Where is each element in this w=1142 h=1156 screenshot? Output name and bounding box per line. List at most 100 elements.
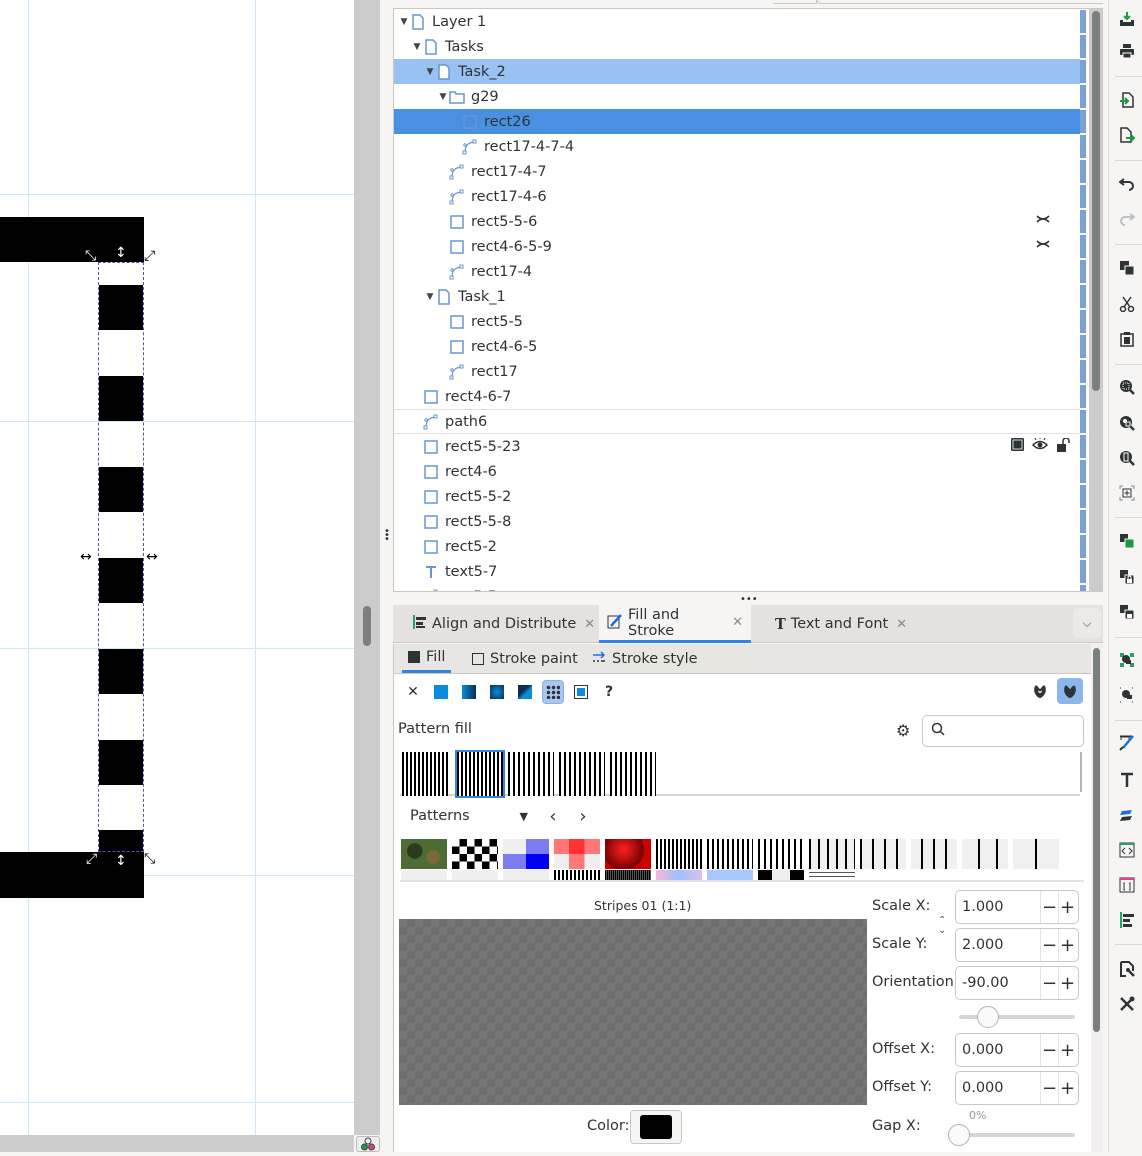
pattern-swatch[interactable] [707,870,753,880]
tree-row[interactable]: rect17 [394,359,1080,384]
pattern-swatch-red-cross[interactable] [554,839,600,869]
panel-resize-grip[interactable]: ••• [740,594,758,605]
text-font-icon[interactable] [1118,734,1136,752]
scale-handle-sw[interactable]: ⤢ [86,852,97,866]
print-icon[interactable] [1118,42,1136,60]
pattern-collection-dropdown[interactable]: Patterns ▼ [400,802,538,830]
drawing-canvas[interactable]: ⤡ ↕ ⤢ ↔ ↔ ⤢ ↕ ⤡ [0,0,354,1135]
layer-color-tag[interactable] [1080,10,1086,33]
layer-color-tag[interactable] [1080,185,1086,208]
tree-row[interactable]: rect4-6-5-9 [394,234,1080,259]
ungroup-icon[interactable] [1118,651,1136,669]
zoom-drawing-icon[interactable] [1118,414,1136,432]
tree-row[interactable]: ▼ Task_2 [394,59,1080,84]
expander-triangle-icon[interactable]: ▼ [437,92,449,102]
fill-rule-nonzero-icon[interactable] [1057,678,1083,704]
scale-handle-se[interactable]: ⤡ [144,852,155,866]
layer-color-tag[interactable] [1080,335,1086,358]
scrollbar-thumb[interactable] [363,606,371,646]
tree-row[interactable]: rect17-4-7-4 [394,134,1080,159]
expander-triangle-icon[interactable]: ▼ [424,292,436,302]
pattern-swatch[interactable] [758,870,804,880]
link-scale-icon[interactable]: ⌃ ⌄ [938,916,946,936]
decrement-button[interactable]: − [1040,1034,1058,1066]
layer-color-tag[interactable] [1080,135,1086,158]
pattern-search-input[interactable] [951,723,1071,739]
layer-color-tag[interactable] [1080,85,1086,108]
layer-color-tag[interactable] [1080,435,1086,458]
layer-color-tag[interactable] [1080,535,1086,558]
recent-pattern-swatch[interactable] [559,752,605,796]
pattern-swatch-stripes[interactable] [758,839,804,869]
layer-color-tag[interactable] [1080,310,1086,333]
scale-handle-e[interactable]: ↔ [146,550,158,564]
pattern-swatch-red-sphere[interactable] [605,839,651,869]
layers-scrollbar[interactable] [1089,9,1102,591]
tree-row[interactable]: text5-7 [394,559,1080,584]
tree-row[interactable]: rect4-6-7 [394,384,1080,409]
dock-resize-handle[interactable]: • • • [380,0,393,1152]
pattern-swatch-blue-squares[interactable] [503,839,549,869]
tab-text-font[interactable]: T Text and Font ✕ [767,605,915,643]
pattern-swatch-stripes[interactable] [656,839,702,869]
fill-stroke-scrollbar[interactable] [1091,644,1103,1152]
tab-fill-stroke[interactable]: Fill and Stroke ✕ [599,605,751,643]
pattern-swatch-stripes[interactable] [707,839,753,869]
tree-row[interactable]: rect5-5 [394,309,1080,334]
next-icon[interactable]: › [568,806,598,827]
tree-row[interactable]: rect5-5-2 [394,484,1080,509]
unlock-icon[interactable] [1056,437,1070,456]
tree-row[interactable]: rect17-4-7 [394,159,1080,184]
layer-color-tag[interactable] [1080,260,1086,283]
pattern-color-button[interactable] [630,1110,682,1144]
pattern-icon[interactable] [542,680,564,704]
tree-row[interactable]: rect5-5-23 [394,434,1080,459]
layer-color-tag[interactable] [1080,210,1086,233]
duplicate-icon[interactable] [1118,259,1136,277]
preferences-icon[interactable] [1118,960,1136,978]
decrement-button[interactable]: − [1040,967,1058,999]
tools-icon[interactable] [1118,995,1136,1013]
layer-color-tag[interactable] [1080,510,1086,533]
layer-color-tag[interactable] [1080,585,1086,591]
zoom-page-icon[interactable] [1118,449,1136,467]
zoom-center-icon[interactable] [1118,484,1136,502]
decrement-button[interactable]: − [1040,891,1058,923]
highlight-color-icon[interactable] [1011,438,1024,456]
pattern-swatch-stripes[interactable] [962,839,1008,869]
offset-x-input[interactable] [956,1042,1040,1058]
increment-button[interactable]: + [1058,967,1076,999]
recent-pattern-swatch[interactable] [508,752,554,796]
pattern-swatch-stripes[interactable] [911,839,957,869]
scale-handle-s[interactable]: ↕ [115,854,127,868]
scrollbar-thumb[interactable] [1093,648,1100,1032]
expander-triangle-icon[interactable]: ▼ [398,17,410,27]
increment-button[interactable]: + [1058,1034,1076,1066]
slider-knob[interactable] [977,1006,999,1028]
gear-icon[interactable]: ⚙ [896,721,910,740]
recent-pattern-swatch[interactable] [402,752,448,796]
close-tab-icon[interactable]: ✕ [584,617,595,632]
cut-icon[interactable] [1118,295,1136,313]
pattern-swatch-stripes[interactable] [809,839,855,869]
layers-icon[interactable] [1118,771,1136,789]
pattern-swatch[interactable] [809,870,855,880]
pattern-swatch[interactable] [605,870,651,880]
swatch-icon[interactable] [570,680,592,704]
layer-color-tag[interactable] [1080,485,1086,508]
eye-icon[interactable] [1031,437,1049,456]
no-paint-icon[interactable]: ✕ [402,680,424,704]
pattern-swatch-camouflage[interactable] [401,839,447,869]
fill-rule-evenodd-icon[interactable] [1027,678,1053,704]
orientation-slider[interactable] [959,1006,1075,1028]
layer-color-tag[interactable] [1080,560,1086,583]
expander-triangle-icon[interactable]: ▼ [411,42,423,52]
unlink-clone-icon[interactable] [1118,568,1136,586]
tree-row[interactable]: rect5-5 [394,584,1080,591]
recent-pattern-swatch-selected[interactable] [455,750,505,798]
pattern-swatch-checkerboard[interactable] [452,839,498,869]
linear-gradient-icon[interactable] [458,680,480,704]
tree-row[interactable]: rect26 [394,109,1080,134]
pattern-swatch[interactable] [656,870,702,880]
subtab-stroke-paint[interactable]: Stroke paint [466,644,584,673]
